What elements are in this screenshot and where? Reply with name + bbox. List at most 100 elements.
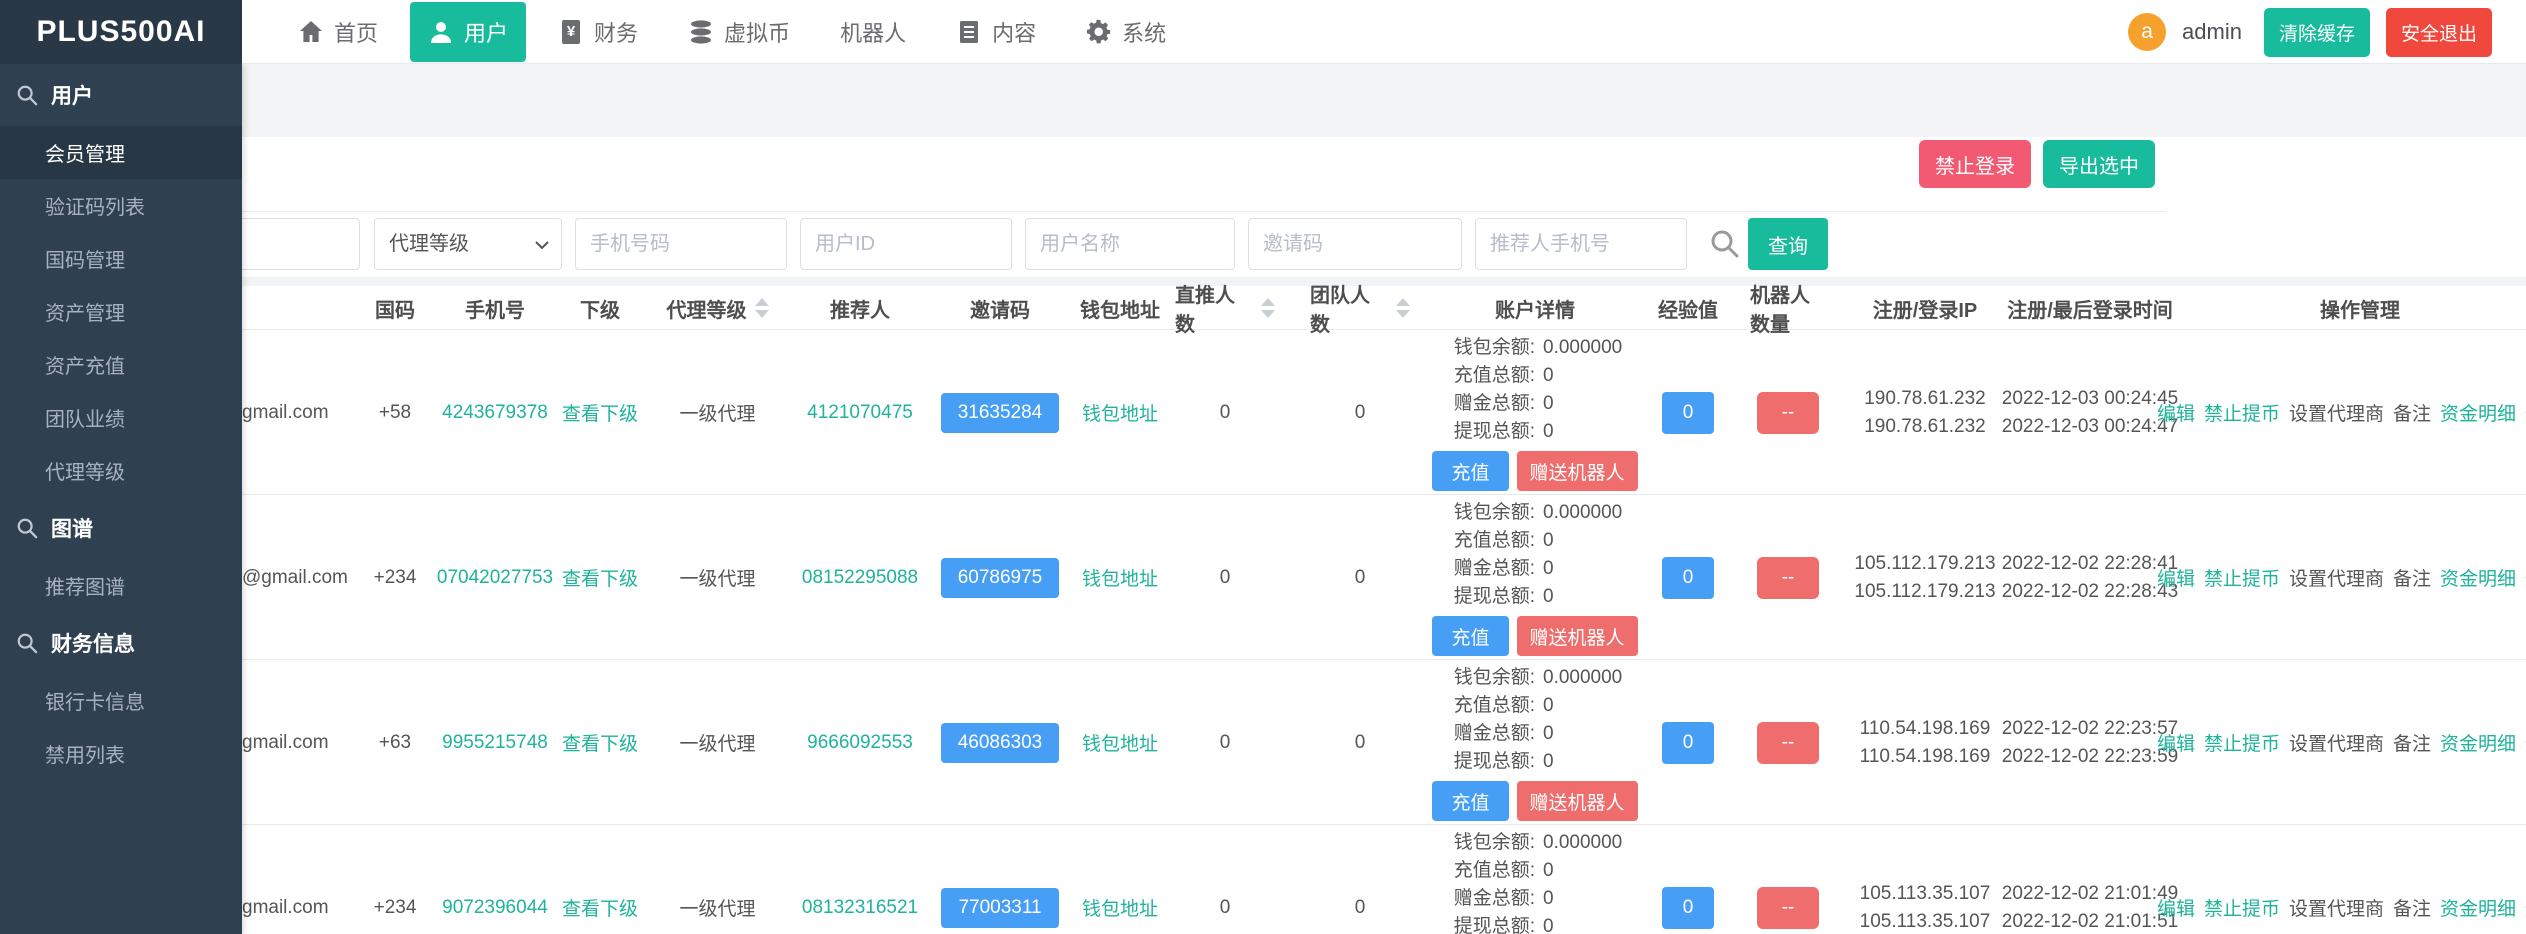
wallet-address-link[interactable]: 钱包地址: [1065, 330, 1175, 495]
gift-robot-button[interactable]: 赠送机器人: [1517, 781, 1638, 821]
exp-badge[interactable]: 0: [1662, 392, 1714, 434]
action-fund-details[interactable]: 资金明细: [2440, 729, 2516, 756]
admin-username[interactable]: admin: [2182, 19, 2242, 45]
action-forbid-withdraw[interactable]: 禁止提币: [2204, 729, 2280, 756]
recharge-button[interactable]: 充值: [1432, 451, 1508, 491]
action-fund-details[interactable]: 资金明细: [2440, 564, 2516, 591]
header-label: 直推人数: [1175, 279, 1253, 337]
sidebar-item-asset-management[interactable]: 资产管理: [0, 285, 242, 338]
sidebar-item-captcha-list[interactable]: 验证码列表: [0, 179, 242, 232]
agent-level-select[interactable]: 代理等级: [374, 218, 562, 270]
table-row: gmail.com+2349072396044查看下级一级代理081323165…: [0, 825, 2526, 934]
robots-badge[interactable]: --: [1757, 887, 1819, 929]
invite-code-input[interactable]: [1248, 218, 1462, 270]
exp-badge[interactable]: 0: [1662, 722, 1714, 764]
nav-item-label: 机器人: [840, 16, 906, 48]
referrer-cell[interactable]: 9666092553: [770, 660, 950, 825]
panel-gap: [0, 277, 2526, 286]
wallet-address-link[interactable]: 钱包地址: [1065, 825, 1175, 934]
nav-item-content[interactable]: 内容: [938, 2, 1054, 62]
header-label: 团队人数: [1310, 279, 1388, 337]
robots-badge[interactable]: --: [1757, 557, 1819, 599]
referrer-phone-input[interactable]: [1475, 218, 1687, 270]
referrer-cell[interactable]: 08132316521: [770, 825, 950, 934]
referrer-cell[interactable]: 4121070475: [770, 330, 950, 495]
forbid-login-button[interactable]: 禁止登录: [1919, 140, 2031, 188]
view-subordinates-link[interactable]: 查看下级: [545, 495, 655, 660]
sort-arrows-icon[interactable]: [1261, 298, 1275, 318]
robots-badge[interactable]: --: [1757, 722, 1819, 764]
nav-item-crypto[interactable]: 虚拟币: [670, 2, 808, 62]
avatar: a: [2128, 13, 2166, 51]
header-label: 代理等级: [667, 294, 747, 323]
action-fund-details[interactable]: 资金明细: [2440, 894, 2516, 921]
referrer-cell[interactable]: 08152295088: [770, 495, 950, 660]
recharge-button[interactable]: 充值: [1432, 616, 1508, 656]
robots-badge[interactable]: --: [1757, 392, 1819, 434]
account-details-cell: 钱包余额:0.000000充值总额:0赠金总额:0提现总额:0充值赠送机器人: [1385, 825, 1685, 934]
account-line: 充值总额:0: [1385, 527, 1685, 555]
account-details: 钱包余额:0.000000充值总额:0赠金总额:0提现总额:0充值赠送机器人: [1385, 330, 1685, 495]
action-edit[interactable]: 编辑: [2157, 564, 2195, 591]
gift-robot-button[interactable]: 赠送机器人: [1517, 451, 1638, 491]
table-header-agent_level[interactable]: 代理等级: [645, 286, 790, 330]
action-forbid-withdraw[interactable]: 禁止提币: [2204, 564, 2280, 591]
sidebar-group-graph[interactable]: 图谱: [0, 497, 242, 559]
view-subordinates-link[interactable]: 查看下级: [545, 660, 655, 825]
account-line: 提现总额:0: [1385, 418, 1685, 446]
action-edit[interactable]: 编辑: [2157, 399, 2195, 426]
sidebar-item-team-performance[interactable]: 团队业绩: [0, 391, 242, 444]
action-remark[interactable]: 备注: [2393, 894, 2431, 921]
phone-input[interactable]: [575, 218, 787, 270]
export-selected-button[interactable]: 导出选中: [2043, 140, 2155, 188]
logout-button[interactable]: 安全退出: [2386, 8, 2492, 57]
user-name-input[interactable]: [1025, 218, 1235, 270]
sidebar-item-member-management[interactable]: 会员管理: [0, 126, 242, 179]
sort-arrows-icon[interactable]: [755, 298, 769, 318]
sidebar-item-disabled-list[interactable]: 禁用列表: [0, 727, 242, 780]
sidebar-group-finance-info[interactable]: 财务信息: [0, 612, 242, 674]
action-edit[interactable]: 编辑: [2157, 729, 2195, 756]
nav-item-home[interactable]: 首页: [280, 2, 396, 62]
exp-badge[interactable]: 0: [1662, 887, 1714, 929]
account-line: 充值总额:0: [1385, 362, 1685, 390]
wallet-address-link[interactable]: 钱包地址: [1065, 660, 1175, 825]
sidebar-item-recommend-graph[interactable]: 推荐图谱: [0, 559, 242, 612]
table-header-exp: 经验值: [1650, 286, 1726, 330]
exp-badge[interactable]: 0: [1662, 557, 1714, 599]
table-header-invite_code: 邀请码: [930, 286, 1070, 330]
sidebar-item-bank-card-info[interactable]: 银行卡信息: [0, 674, 242, 727]
action-remark[interactable]: 备注: [2393, 729, 2431, 756]
recharge-button[interactable]: 充值: [1432, 781, 1508, 821]
action-remark[interactable]: 备注: [2393, 564, 2431, 591]
nav-item-finance[interactable]: ¥财务: [540, 2, 656, 62]
row-actions: 编辑禁止提币设置代理商备注资金明细删除: [2157, 564, 2526, 591]
sidebar-item-asset-recharge[interactable]: 资产充值: [0, 338, 242, 391]
action-remark[interactable]: 备注: [2393, 399, 2431, 426]
gift-robot-button[interactable]: 赠送机器人: [1517, 616, 1638, 656]
action-set-agent[interactable]: 设置代理商: [2289, 729, 2384, 756]
view-subordinates-link[interactable]: 查看下级: [545, 825, 655, 934]
action-set-agent[interactable]: 设置代理商: [2289, 564, 2384, 591]
user-id-input[interactable]: [800, 218, 1012, 270]
sidebar-group-label: 用户: [51, 80, 93, 110]
table-header-direct_count[interactable]: 直推人数: [1175, 286, 1275, 330]
action-edit[interactable]: 编辑: [2157, 894, 2195, 921]
sidebar-group-users[interactable]: 用户: [0, 64, 242, 126]
view-subordinates-link[interactable]: 查看下级: [545, 330, 655, 495]
search-icon: [1708, 227, 1742, 261]
sidebar-item-agent-level[interactable]: 代理等级: [0, 444, 242, 497]
nav-item-system[interactable]: 系统: [1068, 2, 1184, 62]
action-fund-details[interactable]: 资金明细: [2440, 399, 2516, 426]
action-set-agent[interactable]: 设置代理商: [2289, 894, 2384, 921]
nav-item-users[interactable]: 用户: [410, 2, 526, 62]
clear-cache-button[interactable]: 清除缓存: [2264, 8, 2370, 57]
sidebar-item-country-code-management[interactable]: 国码管理: [0, 232, 242, 285]
nav-item-robot[interactable]: 机器人: [822, 2, 924, 62]
action-forbid-withdraw[interactable]: 禁止提币: [2204, 894, 2280, 921]
wallet-address-link[interactable]: 钱包地址: [1065, 495, 1175, 660]
query-button[interactable]: 查询: [1748, 218, 1828, 270]
action-forbid-withdraw[interactable]: 禁止提币: [2204, 399, 2280, 426]
action-set-agent[interactable]: 设置代理商: [2289, 399, 2384, 426]
account-label: 提现总额:: [1385, 583, 1535, 611]
